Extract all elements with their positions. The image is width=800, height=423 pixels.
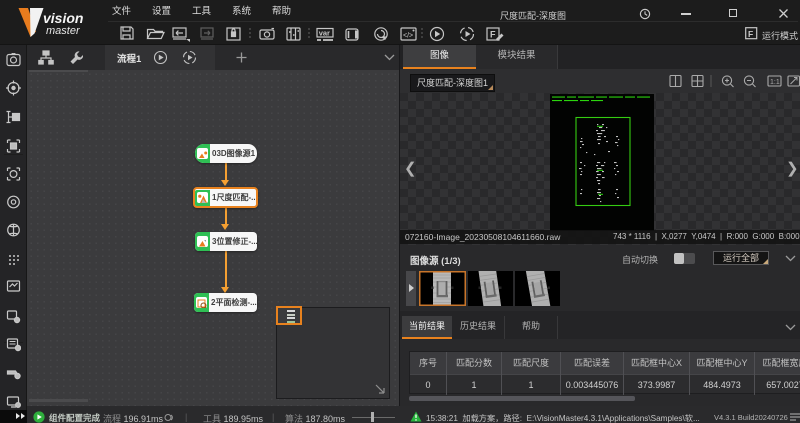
svg-text:var: var	[319, 29, 330, 38]
svg-text:vision: vision	[43, 10, 83, 26]
svg-text:master: master	[46, 25, 81, 37]
svg-text:</>: </>	[403, 33, 413, 40]
svg-text:F: F	[748, 29, 753, 39]
svg-text:1:1: 1:1	[770, 79, 780, 86]
svg-text:F: F	[490, 30, 496, 40]
